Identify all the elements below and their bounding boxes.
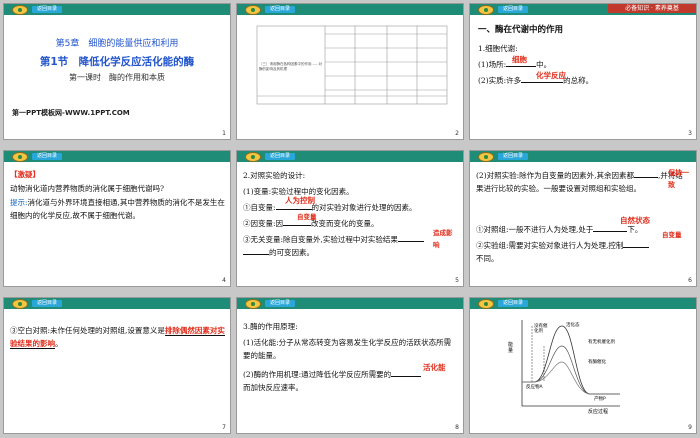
slide-3-thumbnail[interactable]: 返回目录 必备知识 · 素养奠基 一、酶在代谢中的作用 1.细胞代谢: (1)场… [469, 3, 697, 140]
answer-chemical-reaction: 化学反应 [536, 71, 566, 80]
slide-header-bar: 返回目录 [470, 151, 696, 162]
slide-7-thumbnail[interactable]: 返回目录 ③空白对照:未作任何处理的对照组,设置意义是排除偶然因素对实验结果的影… [3, 297, 231, 434]
school-badge-icon [12, 5, 28, 15]
page-number: 8 [455, 424, 459, 431]
header-tag: 返回目录 [32, 6, 62, 13]
line-control-group: ①对照组:一般不进行人为处理,处于 下。 [476, 225, 643, 234]
slide-header-bar: 返回目录 [4, 4, 230, 15]
school-badge-icon [478, 152, 494, 162]
page-number: 3 [688, 130, 692, 137]
hint-text: 提示:消化道与外界环境直接相通,其中营养物质的消化不是发生在细胞内的化学反应,故… [10, 198, 225, 220]
line-irrelevant: ③无关变量:除自变量外,实验过程中对实验结果 的可变因素。 [243, 233, 453, 259]
label-no-catalyst: 没有催化剂 [534, 324, 548, 334]
slide-4-thumbnail[interactable]: 返回目录 【激疑】 动物消化道内营养物质的消化属于细胞代谢吗? 提示:消化道与外… [3, 150, 231, 287]
answer-cell: 细胞 [512, 55, 527, 64]
section-tag: 必备知识 · 素养奠基 [608, 4, 696, 13]
school-badge-icon [12, 152, 28, 162]
slide-header-bar: 返回目录 [4, 151, 230, 162]
table-cell-text: （三）请用酶在各种因素中的作用……对酶的影响及其机理 [259, 62, 322, 71]
slide-2-thumbnail[interactable]: 返回目录 （三）请用酶在各种因素中的作用……对酶的影响及其机理 2 [236, 3, 464, 140]
answer-cause-effect: 造成影响 [433, 229, 453, 249]
page-number: 9 [688, 424, 692, 431]
slide-header-bar: 返回目录 [4, 298, 230, 309]
answer-activation-energy: 活化能 [423, 363, 446, 372]
chapter-title: 第5章 细胞的能量供应和利用 [55, 39, 179, 49]
answer-keep-consistent: 保持一致 [668, 169, 689, 189]
section-title: 第1节 降低化学反应活化能的酶 [39, 56, 195, 68]
page-number: 2 [455, 130, 459, 137]
question-text: 动物消化道内营养物质的消化属于细胞代谢吗? [10, 184, 165, 193]
answer-independent-variable: 自变量 [297, 213, 317, 221]
header-tag: 返回目录 [265, 153, 295, 160]
blank-control-paragraph: ③空白对照:未作任何处理的对照组,设置意义是排除偶然因素对实验结果的影响。 [10, 326, 225, 349]
line-independent: ①自变量: 的对实验对象进行处理的因素。 [243, 203, 417, 212]
paragraph-control-experiment: (2)对照实验:除作为自变量的因素外,其余因素都 ,并将结果进行比较的实验。一般要… [476, 171, 683, 193]
slide-8-thumbnail[interactable]: 返回目录 3.酶的作用原理: (1)活化能:分子从常态转变为容易发生化学反应的活… [236, 297, 464, 434]
header-tag: 返回目录 [265, 300, 295, 307]
slide-header-bar: 返回目录 [237, 151, 463, 162]
page-number: 6 [688, 277, 692, 284]
section-heading: 3.酶的作用原理: [243, 322, 298, 331]
page-number: 1 [222, 130, 226, 137]
slide-1-thumbnail[interactable]: 返回目录 第5章 细胞的能量供应和利用 第1节 降低化学反应活化能的酶 第一课时… [3, 3, 231, 140]
slide-header-bar: 返回目录 [237, 298, 463, 309]
label-enzyme-catalysis: 有酶催化 [588, 360, 606, 365]
line-activation-energy: (1)活化能:分子从常态转变为容易发生化学反应的活跃状态所需要的能量。 [243, 338, 452, 360]
slide-5-thumbnail[interactable]: 返回目录 2.对照实验的设计: (1)变量:实验过程中的变化因素。 ①自变量: 的… [236, 150, 464, 287]
page-number: 4 [222, 277, 226, 284]
activation-energy-diagram [521, 320, 620, 407]
label-product: 产物P [594, 397, 606, 402]
school-badge-icon [245, 152, 261, 162]
page-number: 5 [455, 277, 459, 284]
line-experimental-group: ②实验组:需要对实验对象进行人为处理,控制 不同。 [476, 239, 688, 265]
header-tag: 返回目录 [498, 153, 528, 160]
answer-natural-state: 自然状态 [620, 216, 650, 225]
header-tag: 返回目录 [32, 153, 62, 160]
header-tag: 返回目录 [498, 6, 528, 13]
section-heading: 一、酶在代谢中的作用 [478, 25, 564, 35]
question-tag: 【激疑】 [10, 170, 40, 179]
slide-6-thumbnail[interactable]: 返回目录 (2)对照实验:除作为自变量的因素外,其余因素都 ,并将结果进行比较的实… [469, 150, 697, 287]
lesson-title: 第一课时 酶的作用和本质 [69, 73, 165, 82]
summary-table [256, 25, 448, 105]
school-badge-icon [12, 299, 28, 309]
page-number: 7 [222, 424, 226, 431]
label-inorganic-catalyst: 有无机催化剂 [588, 340, 615, 345]
answer-independent: 自变量 [662, 231, 682, 239]
x-axis-label: 反应过程 [588, 409, 609, 415]
school-badge-icon [478, 5, 494, 15]
answer-artificial-control: 人为控制 [285, 196, 315, 205]
y-axis-label: 能量 [508, 342, 514, 354]
template-credit: 第一PPT模板网-WWW.1PPT.COM [12, 109, 130, 117]
section-heading: 2.对照实验的设计: [243, 171, 306, 180]
label-reactant: 反应物A [526, 385, 543, 390]
label-activated-state: 活化态 [566, 323, 580, 328]
slide-9-thumbnail[interactable]: 返回目录 能量 反应过程 没有催化剂 活化态 有无机催化剂 有酶催化 反应物A … [469, 297, 697, 434]
header-tag: 返回目录 [32, 300, 62, 307]
school-badge-icon [245, 299, 261, 309]
